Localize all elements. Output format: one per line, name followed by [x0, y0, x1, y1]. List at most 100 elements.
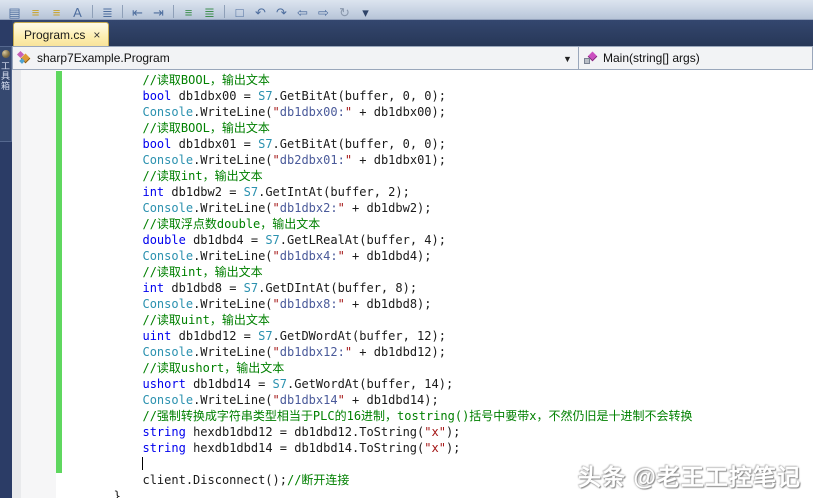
code-segment: db1dbx4: [279, 249, 338, 263]
tab-program-cs[interactable]: Program.cs × [13, 22, 110, 46]
code-segment: " [272, 105, 280, 119]
code-line[interactable]: ushort db1dbd14 = S7.GetWordAt(buffer, 1… [63, 376, 693, 392]
code-segment: db1dbx2: [279, 201, 338, 215]
code-segment: " [272, 393, 280, 407]
code-line[interactable]: //读取int，输出文本 [63, 168, 693, 184]
code-segment: Console [142, 153, 194, 167]
find-symbol-icon[interactable]: ↻ [336, 4, 353, 19]
code-segment: db1dbx00: [279, 105, 345, 119]
code-segment: S7 [258, 137, 273, 151]
toolbar-overflow-icon[interactable]: ▾ [357, 4, 374, 19]
code-segment: .WriteLine( [193, 105, 273, 119]
code-line[interactable]: double db1dbd4 = S7.GetLRealAt(buffer, 4… [63, 232, 693, 248]
code-line[interactable]: Console.WriteLine("db1dbx12:" + db1dbd12… [63, 344, 693, 360]
frame-forward-icon[interactable]: ⇨ [315, 4, 332, 19]
code-segment: db1dbx14 [279, 393, 338, 407]
toolbox-autohide-tab[interactable]: 工具箱 [0, 46, 12, 142]
type-combo-text: sharp7Example.Program [37, 51, 170, 65]
code-line[interactable]: //强制转换成字符串类型相当于PLC的16进制，tostring()括号中要带x… [63, 408, 692, 424]
code-segment: .WriteLine( [193, 153, 273, 167]
chevron-down-icon[interactable]: ▼ [560, 51, 575, 67]
code-segment: Console [142, 297, 194, 311]
outdent-icon[interactable]: ⇤ [129, 4, 146, 19]
code-line[interactable]: Console.WriteLine("db2dbx01:" + db1dbx01… [63, 152, 693, 168]
code-line[interactable]: int db1dbd8 = S7.GetDIntAt(buffer, 8); [63, 280, 693, 296]
code-segment: " [337, 297, 345, 311]
code-segment: int [142, 185, 165, 199]
bookmark-next-icon[interactable]: ≡ [48, 4, 65, 19]
code-segment: " [344, 345, 353, 359]
properties-window-icon[interactable]: ▤ [6, 4, 23, 19]
code-line[interactable]: int db1dbw2 = S7.GetIntAt(buffer, 2); [63, 184, 693, 200]
code-segment: db1dbx01 = [171, 137, 259, 151]
uncomment-selection-icon[interactable]: ≣ [201, 4, 218, 19]
code-segment: + db1dbd4); [344, 249, 432, 263]
code-segment: " [272, 153, 280, 167]
code-line[interactable]: //读取浮点数double，输出文本 [63, 216, 693, 232]
code-line[interactable]: Console.WriteLine("db1dbx00:" + db1dbx00… [63, 104, 693, 120]
code-editor[interactable]: //读取BOOL，输出文本 bool db1dbx00 = S7.GetBitA… [12, 70, 813, 498]
type-combo[interactable]: sharp7Example.Program ▼ [13, 47, 579, 69]
code-segment: .WriteLine( [193, 249, 273, 263]
code-segment: " [337, 249, 345, 263]
code-segment: hexdb1dbd14 = db1dbd14.ToString( [185, 441, 425, 455]
code-segment: " [272, 249, 280, 263]
class-icon [16, 50, 33, 66]
new-window-icon[interactable]: □ [231, 4, 248, 19]
code-segment: //读取BOOL，输出文本 [63, 73, 270, 87]
code-segment: ); [445, 441, 461, 455]
code-line[interactable]: Console.WriteLine("db1dbx2:" + db1dbw2); [63, 200, 693, 216]
frame-back-icon[interactable]: ⇦ [294, 4, 311, 19]
nav-back-icon[interactable]: ↶ [252, 4, 269, 19]
code-line[interactable]: Console.WriteLine("db1dbx8:" + db1dbd8); [63, 296, 693, 312]
close-icon[interactable]: × [93, 29, 100, 41]
code-segment: db1dbx00 = [171, 89, 259, 103]
code-line[interactable]: //读取ushort，输出文本 [63, 360, 693, 376]
code-segment: .WriteLine( [193, 393, 273, 407]
code-line[interactable]: Console.WriteLine("db1dbx4:" + db1dbd4); [63, 248, 693, 264]
member-combo[interactable]: Main(string[] args) [579, 47, 812, 69]
code-segment: .GetWordAt(buffer, 14); [287, 377, 454, 391]
code-segment: db1dbx8: [279, 297, 338, 311]
code-line[interactable]: Console.WriteLine("db1dbx14" + db1dbd14)… [63, 392, 693, 408]
code-line[interactable]: //读取uint，输出文本 [63, 312, 693, 328]
code-segment: //读取浮点数double，输出文本 [63, 217, 321, 231]
code-line[interactable]: //读取int，输出文本 [63, 264, 693, 280]
code-segment: Console [142, 393, 194, 407]
code-segment: //断开连接 [286, 473, 350, 487]
code-segment: db1dbd12 = [171, 329, 259, 343]
code-segment: .WriteLine( [193, 345, 273, 359]
code-line[interactable]: string hexdb1dbd12 = db1dbd12.ToString("… [63, 424, 693, 440]
code-segment: //读取int，输出文本 [63, 169, 263, 183]
code-line[interactable]: bool db1dbx00 = S7.GetBitAt(buffer, 0, 0… [63, 88, 693, 104]
code-segment: + db1dbx00); [352, 105, 446, 119]
code-segment: + db1dbd14); [344, 393, 439, 407]
font-case-icon[interactable]: A [69, 4, 86, 19]
selection-margin[interactable] [21, 70, 56, 498]
code-segment: bool [142, 89, 172, 103]
toolbar-separator [92, 5, 93, 18]
code-line[interactable]: //读取BOOL，输出文本 [63, 120, 693, 136]
code-segment: S7 [258, 89, 273, 103]
code-line[interactable]: bool db1dbx01 = S7.GetBitAt(buffer, 0, 0… [63, 136, 693, 152]
code-line[interactable]: uint db1dbd12 = S7.GetDWordAt(buffer, 12… [63, 328, 693, 344]
bookmark-prev-icon[interactable]: ≡ [27, 4, 44, 19]
code-segment: //读取int，输出文本 [63, 265, 263, 279]
breakpoint-margin[interactable] [12, 70, 21, 498]
nav-forward-icon[interactable]: ↷ [273, 4, 290, 19]
code-segment: .GetBitAt(buffer, 0, 0); [272, 89, 446, 103]
code-segment: S7 [243, 281, 259, 295]
code-segment: S7 [265, 233, 280, 247]
code-line[interactable]: string hexdb1dbd14 = db1dbd14.ToString("… [63, 440, 693, 456]
indent-icon[interactable]: ⇥ [150, 4, 167, 19]
show-whitespace-icon[interactable]: ≣ [99, 4, 116, 19]
comment-selection-icon[interactable]: ≡ [180, 4, 197, 19]
code-line[interactable]: //读取BOOL，输出文本 [63, 72, 693, 88]
code-text[interactable]: //读取BOOL，输出文本 bool db1dbx00 = S7.GetBitA… [63, 72, 693, 498]
